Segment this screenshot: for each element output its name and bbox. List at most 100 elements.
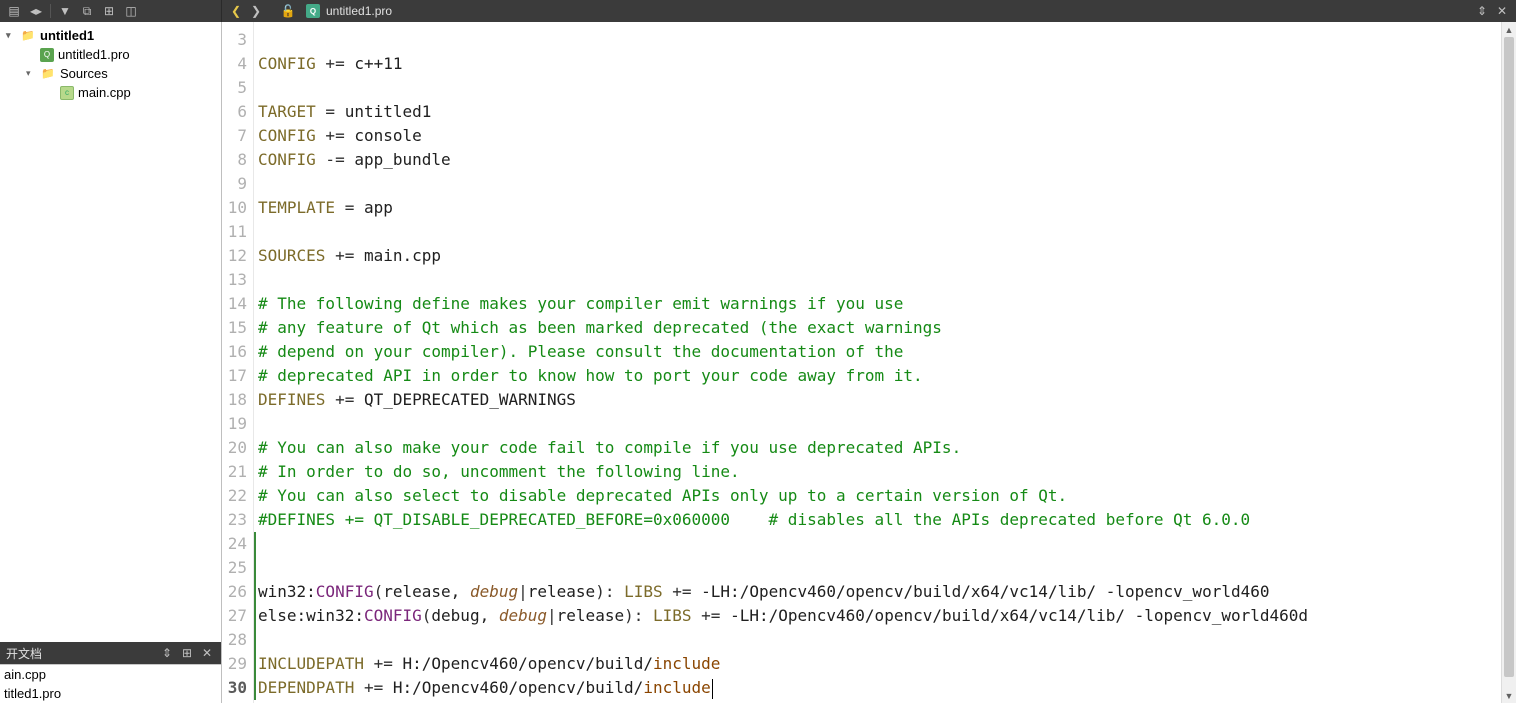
code-line[interactable] [258,268,1501,292]
code-line[interactable]: TEMPLATE = app [258,196,1501,220]
tree-root-label: untitled1 [40,28,94,43]
filter-icon[interactable]: ▼ [57,3,73,19]
tree-pro-label: untitled1.pro [58,47,130,62]
expand-icon[interactable]: ▾ [26,68,36,79]
tree-main-cpp-label: main.cpp [78,85,131,100]
line-number: 22 [222,484,247,508]
tree-sources-folder[interactable]: ▾ 📁 Sources [0,64,221,83]
text-cursor [712,679,713,699]
project-selector-icon[interactable]: ▤ [6,3,22,19]
line-number: 25 [222,556,247,580]
scroll-down-icon[interactable]: ▼ [1502,688,1516,703]
sidebar: ▾ 📁 untitled1 Q untitled1.pro ▾ 📁 Source… [0,22,222,703]
open-doc-item[interactable]: titled1.pro [0,684,221,703]
nav-forward-icon[interactable]: ❯ [248,3,264,19]
code-line[interactable] [258,628,1501,652]
line-number-gutter: 3456789101112131415161718192021222324252… [222,22,254,703]
code-line[interactable]: # You can also make your code fail to co… [258,436,1501,460]
scroll-up-icon[interactable]: ▲ [1502,22,1516,37]
editor-tab-label: untitled1.pro [326,4,392,18]
updown-icon[interactable]: ◂▸ [28,3,44,19]
line-number: 18 [222,388,247,412]
main-area: ▾ 📁 untitled1 Q untitled1.pro ▾ 📁 Source… [0,22,1516,703]
code-line[interactable] [258,172,1501,196]
tab-updown-icon[interactable]: ⇕ [1474,3,1490,19]
editor-toolbar: ❮ ❯ 🔓 Q untitled1.pro ⇕ ✕ [222,0,1516,22]
line-number: 28 [222,628,247,652]
code-line[interactable]: # The following define makes your compil… [258,292,1501,316]
line-number: 3 [222,28,247,52]
tree-main-cpp[interactable]: c main.cpp [0,83,221,102]
line-number: 19 [222,412,247,436]
code-line[interactable]: # deprecated API in order to know how to… [258,364,1501,388]
link-icon[interactable]: ⧉ [79,3,95,19]
code-line[interactable] [258,532,1501,556]
nav-back-icon[interactable]: ❮ [228,3,244,19]
qmake-file-icon: Q [40,48,54,62]
code-line[interactable]: TARGET = untitled1 [258,100,1501,124]
code-line[interactable]: win32:CONFIG(release, debug|release): LI… [258,580,1501,604]
toolbar: ▤ ◂▸ ▼ ⧉ ⊞ ◫ ❮ ❯ 🔓 Q untitled1.pro ⇕ ✕ [0,0,1516,22]
tree-sources-label: Sources [60,66,108,81]
vertical-scrollbar[interactable]: ▲ ▼ [1501,22,1516,703]
add-icon[interactable]: ⊞ [179,645,195,661]
code-content[interactable]: CONFIG += c++11TARGET = untitled1CONFIG … [254,22,1501,703]
line-number: 30 [222,676,247,700]
open-documents-list[interactable]: ain.cpp titled1.pro [0,664,221,703]
code-line[interactable] [258,76,1501,100]
line-number: 12 [222,244,247,268]
line-number: 26 [222,580,247,604]
code-line[interactable]: CONFIG += console [258,124,1501,148]
code-line[interactable]: CONFIG -= app_bundle [258,148,1501,172]
code-line[interactable] [258,220,1501,244]
open-documents-header: 开文档 ⇕ ⊞ ✕ [0,642,221,664]
folder-icon: 📁 [40,67,56,81]
line-number: 15 [222,316,247,340]
add-icon[interactable]: ⊞ [101,3,117,19]
code-line[interactable]: SOURCES += main.cpp [258,244,1501,268]
code-line[interactable] [258,412,1501,436]
code-line[interactable]: DEPENDPATH += H:/Opencv460/opencv/build/… [258,676,1501,700]
line-number: 21 [222,460,247,484]
line-number: 23 [222,508,247,532]
line-number: 6 [222,100,247,124]
folder-icon: 📁 [20,29,36,43]
line-number: 29 [222,652,247,676]
editor-tab[interactable]: Q untitled1.pro [300,0,398,22]
line-number: 13 [222,268,247,292]
updown-icon[interactable]: ⇕ [159,645,175,661]
code-line[interactable]: # depend on your compiler). Please consu… [258,340,1501,364]
line-number: 27 [222,604,247,628]
line-number: 14 [222,292,247,316]
project-toolbar: ▤ ◂▸ ▼ ⧉ ⊞ ◫ [0,0,222,22]
line-number: 10 [222,196,247,220]
cpp-file-icon: c [60,86,74,100]
project-tree[interactable]: ▾ 📁 untitled1 Q untitled1.pro ▾ 📁 Source… [0,22,221,642]
line-number: 5 [222,76,247,100]
expand-icon[interactable]: ▾ [6,30,16,41]
code-line[interactable]: INCLUDEPATH += H:/Opencv460/opencv/build… [258,652,1501,676]
code-line[interactable]: # You can also select to disable depreca… [258,484,1501,508]
close-icon[interactable]: ✕ [199,645,215,661]
code-line[interactable] [258,28,1501,52]
code-line[interactable]: #DEFINES += QT_DISABLE_DEPRECATED_BEFORE… [258,508,1501,532]
close-tab-icon[interactable]: ✕ [1494,3,1510,19]
open-doc-item[interactable]: ain.cpp [0,665,221,684]
code-line[interactable]: # In order to do so, uncomment the follo… [258,460,1501,484]
tree-pro-file[interactable]: Q untitled1.pro [0,45,221,64]
tree-root[interactable]: ▾ 📁 untitled1 [0,26,221,45]
split-icon[interactable]: ◫ [123,3,139,19]
code-line[interactable]: # any feature of Qt which as been marked… [258,316,1501,340]
code-line[interactable]: DEFINES += QT_DEPRECATED_WARNINGS [258,388,1501,412]
scrollbar-thumb[interactable] [1504,37,1514,677]
code-line[interactable] [258,556,1501,580]
line-number: 20 [222,436,247,460]
line-number: 7 [222,124,247,148]
line-number: 11 [222,220,247,244]
code-editor[interactable]: 3456789101112131415161718192021222324252… [222,22,1516,703]
code-line[interactable]: CONFIG += c++11 [258,52,1501,76]
line-number: 4 [222,52,247,76]
line-number: 9 [222,172,247,196]
lock-icon[interactable]: 🔓 [280,3,296,19]
code-line[interactable]: else:win32:CONFIG(debug, debug|release):… [258,604,1501,628]
